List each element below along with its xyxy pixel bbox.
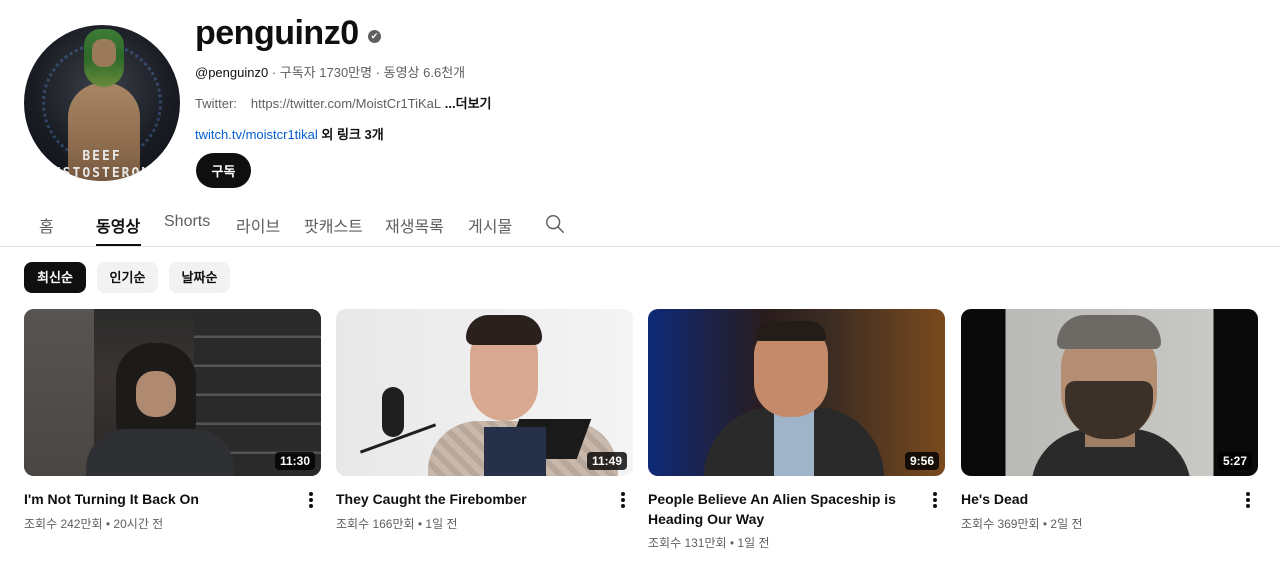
channel-handle: @penguinz0	[195, 65, 269, 80]
thumb-bg-wall	[24, 309, 94, 476]
tab-shorts[interactable]: Shorts	[164, 213, 210, 231]
channel-avatar[interactable]: BEEF TESTOSTERONE	[24, 25, 180, 181]
channel-meta: @penguinz0 · 구독자 1730만명 · 동영상 6.6천개	[195, 62, 465, 81]
video-duration: 11:49	[586, 452, 627, 470]
tab-podcasts[interactable]: 팟캐스트	[304, 213, 363, 237]
channel-links: twitch.tv/moistcr1tikal 외 링크 3개	[195, 124, 384, 143]
chip-latest[interactable]: 최신순	[24, 262, 86, 293]
video-duration: 5:27	[1217, 452, 1252, 470]
thumb-person-shirt	[484, 427, 546, 476]
channel-name: penguinz0	[195, 14, 359, 52]
avatar-figure-face	[92, 39, 116, 67]
video-card[interactable]: 9:56 People Believe An Alien Spaceship i…	[648, 309, 945, 559]
other-links-button[interactable]: 외 링크 3개	[318, 127, 383, 142]
tab-posts[interactable]: 게시물	[468, 213, 512, 237]
tab-live[interactable]: 라이브	[236, 213, 280, 237]
video-card[interactable]: 11:30 I'm Not Turning It Back On 조회수 242…	[24, 309, 321, 559]
video-duration: 11:30	[274, 452, 315, 470]
more-actions-icon[interactable]	[303, 490, 319, 510]
more-actions-icon[interactable]	[1240, 490, 1256, 510]
thumb-person-face	[136, 371, 176, 417]
tab-videos[interactable]: 동영상	[96, 213, 140, 237]
video-thumbnail[interactable]: 5:27	[961, 309, 1258, 476]
avatar-text-line-1: BEEF	[82, 149, 122, 164]
more-actions-icon[interactable]	[615, 490, 631, 510]
video-stats: 조회수 166만회 • 1일 전	[336, 517, 458, 531]
thumb-person-shirt	[774, 409, 814, 476]
video-stats: 조회수 242만회 • 20시간 전	[24, 517, 164, 531]
tab-playlists[interactable]: 재생목록	[385, 213, 444, 237]
tab-home[interactable]: 홈	[39, 213, 54, 237]
video-thumbnail[interactable]: 9:56	[648, 309, 945, 476]
video-title[interactable]: They Caught the Firebomber	[336, 489, 606, 509]
video-title[interactable]: He's Dead	[961, 489, 1231, 509]
video-title[interactable]: People Believe An Alien Spaceship is Hea…	[648, 489, 918, 529]
video-stats: 조회수 131만회 • 1일 전	[648, 536, 770, 550]
video-duration: 9:56	[904, 452, 939, 470]
video-card[interactable]: 5:27 He's Dead 조회수 369만회 • 2일 전	[961, 309, 1258, 559]
video-thumbnail[interactable]: 11:49	[336, 309, 633, 476]
thumb-person-hair	[1057, 315, 1161, 349]
active-tab-underline	[96, 244, 141, 246]
avatar-text-line-2: TESTOSTERONE	[43, 166, 161, 181]
channel-subs-videos: · 구독자 1730만명 · 동영상 6.6천개	[268, 65, 466, 80]
video-card[interactable]: 11:49 They Caught the Firebomber 조회수 166…	[336, 309, 633, 559]
twitch-link[interactable]: twitch.tv/moistcr1tikal	[195, 127, 318, 142]
video-title[interactable]: I'm Not Turning It Back On	[24, 489, 294, 509]
description-text: https://twitter.com/MoistCr1TiKaL	[250, 96, 442, 111]
channel-description[interactable]: Twitter: https://twitter.com/MoistCr1TiKa…	[195, 93, 491, 112]
verified-badge-icon: ✔	[368, 30, 381, 43]
description-label: Twitter:	[195, 96, 237, 111]
more-button[interactable]: ...더보기	[441, 96, 492, 111]
thumb-person-hair	[466, 315, 542, 345]
chip-oldest[interactable]: 날짜순	[169, 262, 230, 293]
subscribe-button[interactable]: 구독	[196, 153, 251, 188]
video-thumbnail[interactable]: 11:30	[24, 309, 321, 476]
more-actions-icon[interactable]	[927, 490, 943, 510]
thumb-person-torso	[86, 429, 234, 476]
thumb-person-hair	[756, 321, 826, 341]
thumb-microphone	[382, 387, 404, 437]
chip-popular[interactable]: 인기순	[97, 262, 158, 293]
search-icon[interactable]	[544, 213, 566, 235]
video-stats: 조회수 369만회 • 2일 전	[961, 517, 1083, 531]
channel-tabs: 홈 동영상 Shorts 라이브 팟캐스트 재생목록 게시물	[0, 200, 1280, 247]
